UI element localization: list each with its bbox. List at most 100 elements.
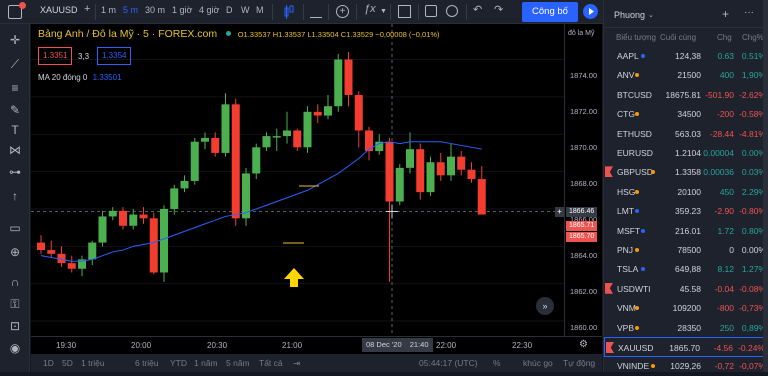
ruler-icon[interactable]: ▭: [7, 220, 23, 236]
range-1d[interactable]: 1D: [43, 358, 54, 368]
crosshair-icon[interactable]: ✛: [7, 32, 23, 48]
watchlist-row[interactable]: ETHUSD 563.03 -28.44 -4.81%: [604, 124, 768, 144]
watchlist-row[interactable]: TSLA 649,88 8.12 1.27%: [604, 259, 768, 279]
candle-body: [395, 167, 404, 202]
interval-D[interactable]: D: [226, 5, 233, 15]
watchlist-row[interactable]: VPB 28350 250 0,89%: [604, 318, 768, 338]
utc-clock[interactable]: 05:44:17 (UTC): [419, 358, 478, 368]
range-1y[interactable]: 1 năm: [194, 358, 218, 368]
col-symbol[interactable]: Biểu tượng: [616, 33, 656, 42]
pattern-icon[interactable]: ⋈: [7, 142, 23, 158]
arrow-icon[interactable]: ↑: [7, 188, 23, 204]
layout-icon[interactable]: [398, 5, 411, 18]
alert-icon[interactable]: [425, 5, 437, 17]
chevron-down-icon[interactable]: ▼: [380, 8, 387, 15]
interval-M[interactable]: M: [256, 5, 264, 15]
add-compare-icon[interactable]: +: [84, 3, 90, 15]
range-ytd[interactable]: YTD: [170, 358, 187, 368]
lock-drawings-icon[interactable]: ⊡: [7, 318, 23, 334]
watchlist-row[interactable]: ANV 21500 400 1,90%: [604, 65, 768, 85]
candle-body: [293, 130, 302, 148]
price-scale-plus-icon[interactable]: +: [555, 207, 564, 217]
status-dot-icon: [651, 170, 656, 175]
lock-icon[interactable]: ⚿: [7, 296, 23, 312]
col-chg[interactable]: Chg: [717, 33, 732, 42]
price-tick: 1874.00: [570, 71, 598, 80]
more-icon[interactable]: ···: [744, 7, 754, 18]
status-dot-icon: [635, 209, 640, 214]
indicators-icon[interactable]: ƒx: [364, 3, 376, 15]
compare-icon[interactable]: +: [336, 5, 349, 18]
candlestick-chart[interactable]: [31, 24, 564, 336]
auto-scale-toggle[interactable]: Tự động: [563, 358, 595, 368]
col-last[interactable]: Cuối cùng: [660, 33, 696, 42]
row-symbol: PNJ: [617, 245, 634, 255]
time-axis[interactable]: 19:30 20:00 20:30 21:00 08 Dec '20 21:40…: [31, 336, 602, 354]
interval-W[interactable]: W: [241, 5, 250, 15]
row-last: 28350: [677, 322, 701, 333]
zoom-icon[interactable]: ⊕: [7, 244, 23, 260]
fibonacci-icon[interactable]: ≡: [7, 80, 23, 96]
range-5d[interactable]: 5D: [62, 358, 73, 368]
crosshair-price-label: 1866.46: [566, 207, 598, 217]
watchlist-row[interactable]: AAPL 124,38 0.63 0.51%: [604, 46, 768, 66]
chart-pane[interactable]: [31, 24, 564, 336]
legend-title: Bảng Anh / Đô la Mỹ · 5 · FOREX.com: [38, 28, 218, 40]
watchlist-row[interactable]: EURUSD 1.2104 0.00004 0.00%: [604, 143, 768, 163]
watchlist-row[interactable]: BTCUSD 18675.81 -501.90 -2.62%: [604, 85, 768, 105]
range-5y[interactable]: 5 năm: [226, 358, 250, 368]
watchlist-row[interactable]: VNINDE 1029,26 -0,72 -0,07%: [604, 356, 768, 376]
buy-button[interactable]: 1.3354: [97, 47, 132, 65]
interval-4h[interactable]: 4 giờ: [199, 5, 219, 15]
publish-button[interactable]: Công bố: [522, 2, 578, 22]
watchlist-row[interactable]: XAUUSD 1865.70 -4.56 -0.24%: [604, 337, 768, 357]
watchlist-row[interactable]: MSFT 216.01 1.72 0.80%: [604, 221, 768, 241]
row-chg: 250: [719, 322, 734, 333]
percent-toggle[interactable]: %: [493, 358, 501, 368]
watchlist-row[interactable]: GBPUSD 1.3358 0.00036 0.03%: [604, 162, 768, 182]
text-icon[interactable]: T: [7, 122, 23, 138]
khuc-go-toggle[interactable]: khúc gọ: [523, 358, 553, 368]
sell-button[interactable]: 1.3351: [38, 47, 73, 65]
chevron-down-icon[interactable]: ⌄: [648, 11, 654, 19]
watchlist-row[interactable]: CTG 34500 -200 -0.58%: [604, 104, 768, 124]
trendline-icon[interactable]: ⟋: [7, 56, 23, 72]
interval-1h[interactable]: 1 giờ: [172, 5, 192, 15]
watchlist-row[interactable]: VNM 109200 -800 -0,73%: [604, 298, 768, 318]
bar-chart-icon[interactable]: [310, 6, 322, 18]
price-scale[interactable]: đô la Mỹ 1874.00 1872.00 1870.00 1868.00…: [564, 24, 602, 336]
range-6m[interactable]: 6 triệu: [135, 358, 159, 368]
interval-1m[interactable]: 1 m: [101, 5, 116, 15]
forecast-icon[interactable]: ⊶: [7, 164, 23, 180]
status-dot-icon: [635, 189, 640, 194]
magnet-icon[interactable]: ∩: [7, 274, 23, 290]
range-1m[interactable]: 1 triệu: [81, 358, 105, 368]
candle-body: [426, 162, 435, 193]
watchlist-title[interactable]: Phuong: [614, 10, 645, 20]
price-tick: 1862.00: [570, 287, 598, 296]
goto-date-icon[interactable]: ⇥: [293, 358, 300, 369]
add-symbol-icon[interactable]: +: [722, 7, 729, 21]
watchlist-row[interactable]: PNJ 78500 0 0.00%: [604, 240, 768, 260]
brush-icon[interactable]: ✎: [7, 102, 23, 118]
watchlist-row[interactable]: HSG 20100 450 2.29%: [604, 182, 768, 202]
redo-icon[interactable]: ↷: [494, 3, 503, 16]
replay-icon[interactable]: [446, 5, 458, 17]
status-dot-icon: [640, 267, 645, 272]
row-chg: -200: [716, 109, 734, 120]
interval-5m[interactable]: 5 m: [123, 5, 138, 15]
symbol-search[interactable]: XAUUSD: [40, 5, 78, 15]
price-tick: 1870.00: [570, 143, 598, 152]
time-tick: 19:30: [56, 341, 77, 350]
candle-style-icon[interactable]: [283, 5, 295, 19]
eye-icon[interactable]: ◉: [7, 340, 23, 356]
range-all[interactable]: Tất cả: [259, 358, 283, 368]
play-icon[interactable]: [583, 4, 598, 19]
undo-icon[interactable]: ↶: [473, 3, 482, 16]
settings-icon[interactable]: ⚙: [579, 339, 591, 351]
scroll-realtime-button[interactable]: »: [536, 297, 554, 315]
watchlist-row[interactable]: USDWTI 45.58 -0.04 -0.08%: [604, 279, 768, 299]
col-chgp[interactable]: Chg%: [742, 33, 764, 42]
watchlist-row[interactable]: LMT 359.23 -2.90 -0.80%: [604, 201, 768, 221]
interval-30m[interactable]: 30 m: [145, 5, 165, 15]
